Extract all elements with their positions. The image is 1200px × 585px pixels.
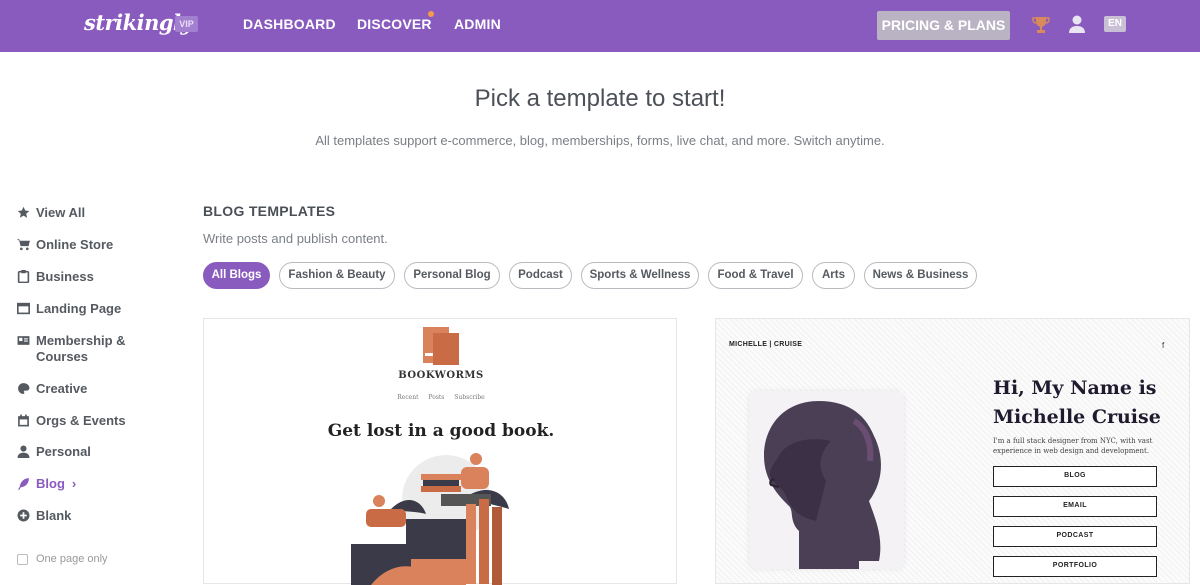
michelle-blog-button[interactable]: BLOG (993, 466, 1157, 487)
page-title: Pick a template to start! (474, 85, 726, 112)
filter-fashion-beauty[interactable]: Fashion & Beauty (279, 262, 395, 289)
sidebar-item-label: View All (36, 205, 86, 220)
one-page-only-option[interactable]: One page only (17, 553, 108, 565)
michelle-heading-line2: Michelle Cruise (993, 406, 1161, 428)
sidebar-item-personal[interactable]: Personal (17, 444, 91, 459)
michelle-brand: MICHELLE | CRUISE (729, 341, 803, 348)
plus-circle-icon (17, 509, 30, 522)
filter-sports-wellness[interactable]: Sports & Wellness (581, 262, 699, 289)
section-subtitle: Write posts and publish content. (203, 231, 388, 246)
michelle-podcast-button[interactable]: PODCAST (993, 526, 1157, 547)
language-selector[interactable]: EN (1104, 16, 1126, 32)
bookworms-title: BOOKWORMS (398, 370, 484, 381)
sidebar-item-orgs-events[interactable]: Orgs & Events (17, 413, 126, 428)
one-page-only-label: One page only (36, 553, 108, 565)
nav-dashboard[interactable]: DASHBOARD (243, 16, 336, 32)
cart-icon (17, 239, 30, 251)
michelle-description: I'm a full stack designer from NYC, with… (993, 437, 1153, 455)
chevron-right-icon: › (71, 476, 77, 491)
top-nav-bar: strikingly VIP DASHBOARD DISCOVER ADMIN … (0, 0, 1200, 52)
browser-icon (17, 302, 30, 315)
one-page-only-checkbox[interactable] (17, 553, 28, 565)
filter-arts[interactable]: Arts (812, 262, 855, 289)
user-icon[interactable] (1068, 14, 1086, 34)
sidebar-item-landing-page[interactable]: Landing Page (17, 301, 121, 316)
bookworms-nav: Recent Posts Subscribe (397, 394, 485, 401)
sidebar-item-label: Personal (36, 444, 91, 459)
facebook-icon: f (1162, 341, 1165, 350)
palette-icon (18, 383, 30, 394)
template-card-michelle-cruise[interactable]: MICHELLE | CRUISE f Hi, My Name is Miche… (715, 318, 1190, 584)
id-card-icon (17, 336, 30, 345)
sidebar-item-label: Blank (36, 508, 72, 523)
sidebar-item-label: Creative (36, 381, 88, 396)
vip-badge: VIP (175, 16, 198, 32)
filter-podcast[interactable]: Podcast (509, 262, 572, 289)
calendar-icon (18, 414, 29, 427)
star-icon (17, 206, 30, 218)
filter-food-travel[interactable]: Food & Travel (708, 262, 803, 289)
michelle-heading: Hi, My Name is Michelle Cruise (993, 374, 1183, 432)
michelle-email-button[interactable]: EMAIL (993, 496, 1157, 517)
filter-all-blogs[interactable]: All Blogs (203, 262, 270, 289)
feather-icon (18, 478, 29, 490)
michelle-heading-line1: Hi, My Name is (993, 377, 1157, 399)
clipboard-icon (17, 270, 30, 283)
sidebar-item-blank[interactable]: Blank (17, 508, 71, 523)
person-icon (17, 445, 30, 458)
sidebar-item-membership-courses[interactable]: Membership & Courses (17, 333, 146, 365)
nav-admin[interactable]: ADMIN (454, 16, 501, 32)
filter-news-business[interactable]: News & Business (864, 262, 977, 289)
sidebar-item-label: Business (36, 269, 94, 284)
template-card-bookworms[interactable]: BOOKWORMS Recent Posts Subscribe Get los… (203, 318, 677, 585)
trophy-icon[interactable] (1032, 15, 1050, 35)
pricing-plans-button[interactable]: PRICING & PLANS (877, 11, 1010, 40)
page-subtitle: All templates support e-commerce, blog, … (315, 133, 885, 148)
sidebar-item-label: Membership & Courses (36, 333, 126, 364)
bookworms-tagline: Get lost in a good book. (327, 421, 555, 441)
michelle-portfolio-button[interactable]: PORTFOLIO (993, 556, 1157, 577)
reading-illustration (351, 453, 509, 585)
sidebar-item-online-store[interactable]: Online Store (17, 237, 113, 252)
section-title: BLOG TEMPLATES (203, 203, 336, 219)
nav-discover[interactable]: DISCOVER (357, 16, 432, 32)
notification-dot (428, 11, 434, 17)
sidebar-item-label: Online Store (36, 237, 114, 252)
filter-personal-blog[interactable]: Personal Blog (404, 262, 500, 289)
bookworms-logo-icon (423, 327, 459, 365)
portrait-photo (749, 391, 904, 569)
sidebar-item-label: Orgs & Events (36, 413, 126, 428)
sidebar-item-creative[interactable]: Creative (17, 381, 87, 396)
sidebar-item-view-all[interactable]: View All (17, 205, 85, 220)
sidebar-item-label: Landing Page (36, 301, 122, 316)
sidebar-item-business[interactable]: Business (17, 269, 94, 284)
sidebar-item-blog[interactable]: Blog › (17, 476, 76, 491)
sidebar-item-label: Blog (36, 476, 65, 491)
